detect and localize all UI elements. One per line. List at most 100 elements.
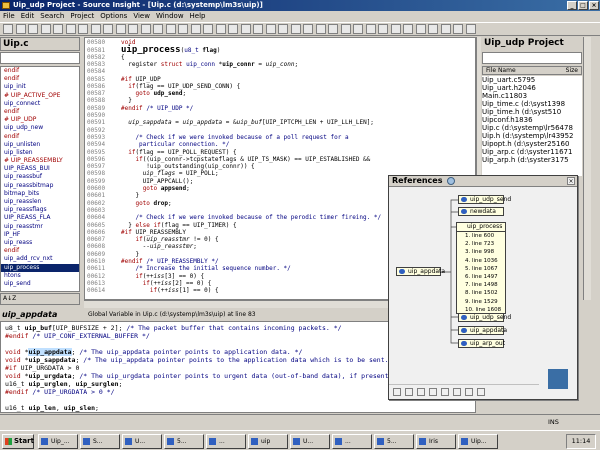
taskbar-item[interactable]: 5... [164,434,204,449]
symbol-item[interactable]: uip_udp_new [1,124,79,132]
symbol-item[interactable]: uip_process [1,263,79,272]
toolbar-button-icon[interactable] [40,24,51,34]
ref-caller-node[interactable]: newdata [458,207,504,216]
toolbar-button-icon[interactable] [103,24,113,34]
toolbar-button-icon[interactable] [340,24,351,34]
toolbar-button-icon[interactable] [190,24,201,34]
toolbar-button-icon[interactable] [315,24,326,34]
toolbar-button-icon[interactable] [390,24,401,34]
taskbar-item[interactable]: Uip... [458,434,498,449]
menu-project[interactable]: Project [67,12,97,20]
minimize-button[interactable]: _ [567,1,577,10]
toolbar-button-icon[interactable] [253,24,263,34]
references-window[interactable]: References × uip_appdata uip_udp_send new… [388,175,578,400]
menu-file[interactable]: File [0,12,18,20]
file-row[interactable]: Uip.h (d:\systemp\lr43952 [482,132,582,140]
symbol-item[interactable]: UIP_REASS_FLA [1,214,79,222]
start-button[interactable]: Start [2,434,34,449]
file-list-scrollbar[interactable] [583,37,591,300]
maximize-button[interactable]: □ [578,1,588,10]
file-row[interactable]: Uip_time.h (d:\syst510 [482,108,582,116]
symbol-item[interactable]: endif [1,108,79,116]
symbol-item[interactable]: uip_reasslen [1,198,79,206]
sort-az-icon[interactable]: A↓Z [1,295,16,302]
toolbar-button-icon[interactable] [28,24,38,34]
symbol-item[interactable]: uip_reassflags [1,206,79,214]
ref-tool-icon[interactable] [453,388,461,396]
ref-line-entry[interactable]: 6. line 1497 [457,273,505,281]
symbol-item[interactable]: uip_connect [1,100,79,108]
close-button[interactable]: × [589,1,599,10]
toolbar-button-icon[interactable] [140,24,151,34]
code-line[interactable]: 00591 uip_sappdata = uip_appdata = &uip_… [85,119,374,127]
ref-tool-icon[interactable] [405,388,413,396]
file-row[interactable]: Uip_arp.c (d:\syster11671 [482,148,582,156]
toolbar-button-icon[interactable] [328,24,338,34]
taskbar-item[interactable]: U... [290,434,330,449]
symbol-item[interactable]: endif [1,247,79,255]
taskbar-item[interactable]: ... [332,434,372,449]
ref-line-entry[interactable]: 7. line 1498 [457,281,505,289]
toolbar-button-icon[interactable] [465,24,476,34]
toolbar-button-icon[interactable] [228,24,238,34]
toolbar-button-icon[interactable] [53,24,63,34]
symbol-search-box[interactable] [0,52,80,64]
symbol-item[interactable]: uip_reasstmr [1,223,79,231]
taskbar-item[interactable]: U... [122,434,162,449]
toolbar-button-icon[interactable] [365,24,376,34]
symbol-item[interactable]: endif [1,133,79,141]
symbol-item[interactable]: uip_send [1,280,79,288]
toolbar-button-icon[interactable] [203,24,213,34]
ref-tool-icon[interactable] [393,388,401,396]
code-line[interactable]: 00614 if(++iss[1] == 0) { [85,287,219,295]
file-row[interactable]: Uipconf.h1836 [482,116,582,124]
ref-caller-node[interactable]: uip_udp_send [458,195,511,204]
ref-tool-icon[interactable] [429,388,437,396]
taskbar-item[interactable]: Uip_... [38,434,78,449]
ref-tool-icon[interactable] [417,388,425,396]
ref-caller-node[interactable]: uip_udp_send [458,313,511,322]
toolbar-button-icon[interactable] [78,24,88,34]
symbol-item[interactable]: endif [1,75,79,83]
symbol-item[interactable]: endif [1,67,79,75]
taskbar-item[interactable]: S... [80,434,120,449]
toolbar-button-icon[interactable] [303,24,313,34]
symbol-item[interactable]: htons [1,272,79,280]
file-list[interactable]: Uip_uart.c5795 Uip_uart.h2046 Main.c11803 U… [482,76,582,176]
ref-tool-icon[interactable] [465,388,473,396]
file-row[interactable]: Uip_uart.h2046 [482,84,582,92]
toolbar-button-icon[interactable] [240,24,251,34]
taskbar-item[interactable]: 5... [374,434,414,449]
symbol-item[interactable]: uip_reassbitmap [1,182,79,190]
menu-search[interactable]: Search [37,12,67,20]
toolbar-button-icon[interactable] [403,24,413,34]
file-search-box[interactable] [482,52,582,64]
toolbar-button-icon[interactable] [15,24,26,34]
symbol-item[interactable]: # UIP_UDP [1,116,79,124]
symbol-item[interactable]: # UIP_ACTIVE_OPE [1,92,79,100]
file-size-column-header[interactable]: Size [566,67,578,75]
symbol-item[interactable]: bitmap_bits [1,190,79,198]
file-row[interactable]: Uip_uart.c5795 [482,76,582,84]
symbol-item[interactable]: uip_init [1,83,79,91]
system-clock[interactable]: 11:14 [566,434,596,449]
ref-tool-icon[interactable] [441,388,449,396]
file-row[interactable]: Uip_time.c (d:\syst1398 [482,100,582,108]
taskbar-item[interactable]: ... [206,434,246,449]
menu-options[interactable]: Options [97,12,130,20]
toolbar-button-icon[interactable] [453,24,463,34]
toolbar-button-icon[interactable] [428,24,438,34]
ref-line-entry[interactable]: 2. line 723 [457,240,505,248]
symbol-item[interactable]: IP_HF [1,231,79,239]
toolbar-button-icon[interactable] [65,24,76,34]
ref-line-entry[interactable]: 9. line 1529 [457,298,505,306]
toolbar-button-icon[interactable] [90,24,101,34]
toolbar-button-icon[interactable] [415,24,426,34]
ref-caller-node[interactable]: uip_arp_out [458,339,505,348]
toolbar-button-icon[interactable] [215,24,226,34]
toolbar-button-icon[interactable] [265,24,276,34]
file-row[interactable]: Uip.c (d:\systemp\lr56478 [482,124,582,132]
menu-help[interactable]: Help [187,12,209,20]
symbol-item[interactable]: # UIP_REASSEMBLY [1,157,79,165]
taskbar-item[interactable]: Iris [416,434,456,449]
